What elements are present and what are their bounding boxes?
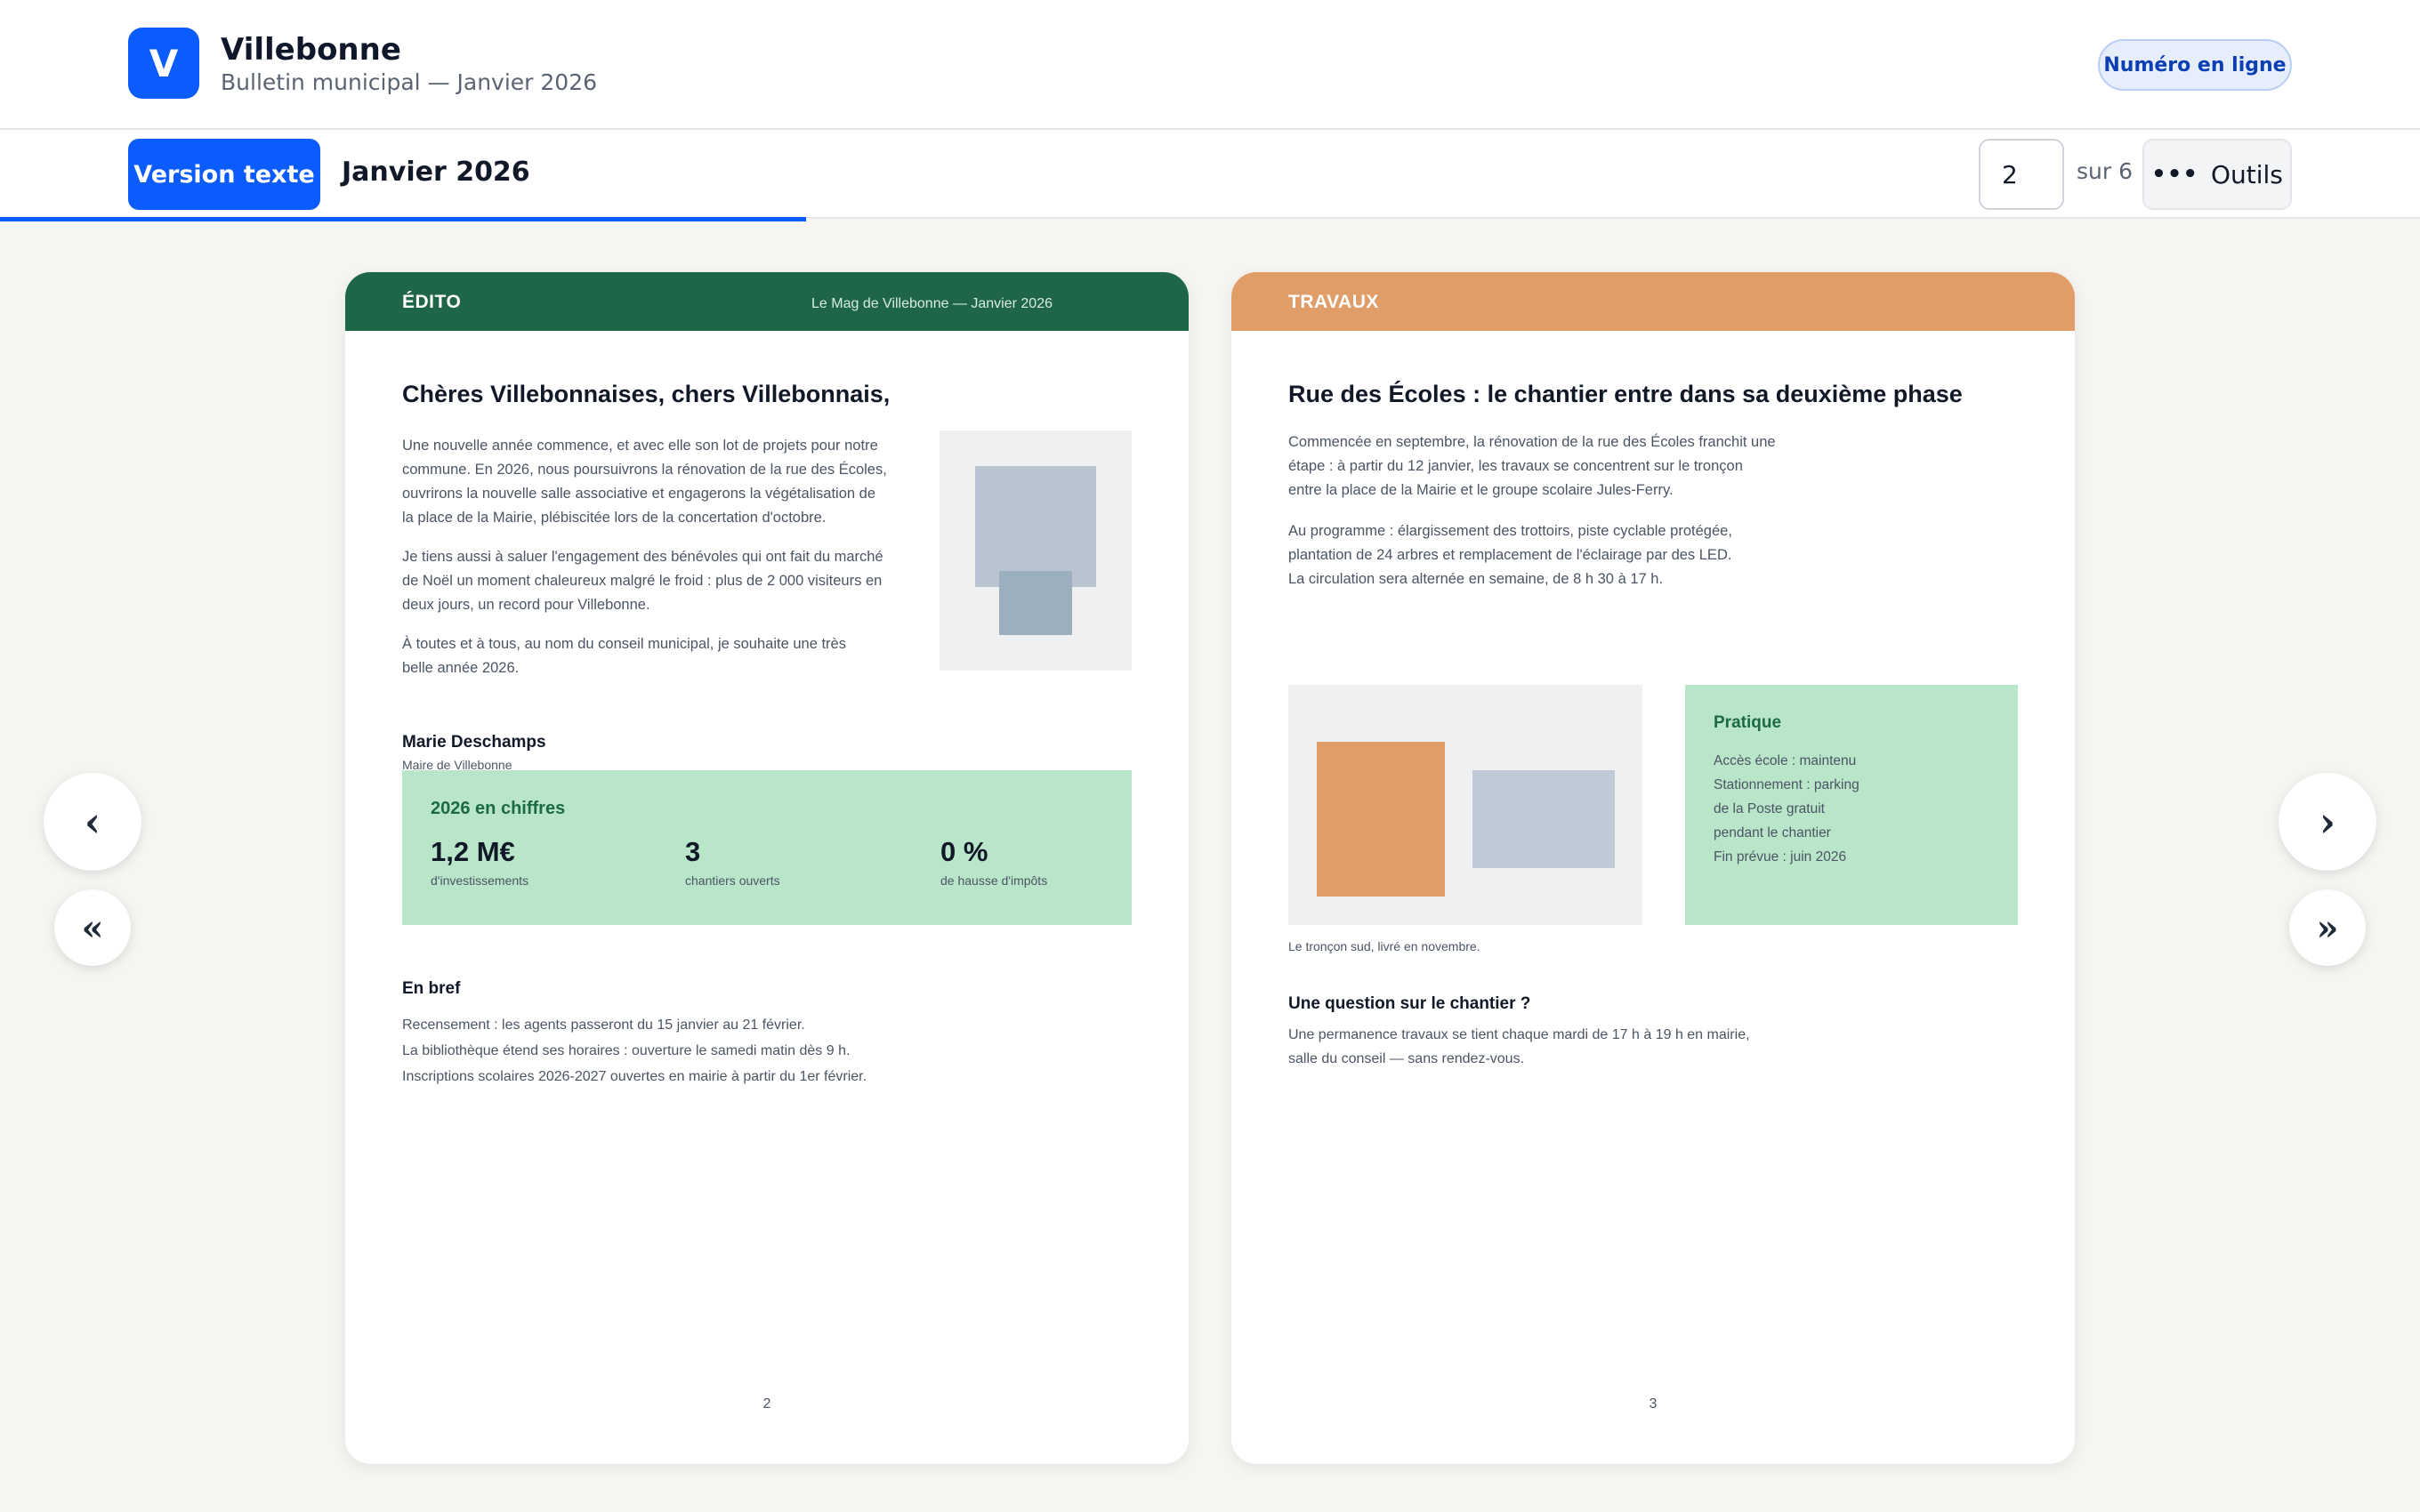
tools-button[interactable]: ••• Outils <box>2142 139 2292 210</box>
key-figures-panel: 2026 en chiffres 1,2 M€ d'investissement… <box>402 770 1132 925</box>
double-chevron-left-icon: « <box>81 906 104 949</box>
practical-list: Accès école : maintenu Stationnement : p… <box>1714 753 1859 865</box>
practical-title: Pratique <box>1714 713 1782 732</box>
photo-caption: Le tronçon sud, livré en novembre. <box>1288 939 1480 953</box>
app-header: V Villebonne Bulletin municipal — Janvie… <box>0 0 2420 130</box>
signature-name: Marie Deschamps <box>402 733 546 752</box>
chevron-right-icon: › <box>2319 798 2336 846</box>
key-figure: 1,2 M€ d'investissements <box>431 836 529 888</box>
reader-toolbar: Version texte Janvier 2026 sur 6 ••• Out… <box>0 130 2420 219</box>
practical-info-panel: Pratique Accès école : maintenu Stationn… <box>1685 685 2018 925</box>
list-item: Inscriptions scolaires 2026-2027 ouverte… <box>402 1069 867 1084</box>
magazine-page-left: ÉDITO Le Mag de Villebonne — Janvier 202… <box>345 272 1189 1464</box>
page-section-header: TRAVAUX <box>1231 272 2075 331</box>
magazine-page-right: TRAVAUX Rue des Écoles : le chantier ent… <box>1231 272 2075 1464</box>
edito-paragraph: Je tiens aussi à saluer l'engagement des… <box>402 549 883 613</box>
question-title: Une question sur le chantier ? <box>1288 994 1531 1013</box>
first-page-button[interactable]: « <box>54 889 131 966</box>
issue-subtitle: Bulletin municipal — Janvier 2026 <box>221 69 598 95</box>
list-item: La bibliothèque étend ses horaires : ouv… <box>402 1043 851 1058</box>
reading-progress-bar <box>0 217 806 221</box>
text-version-button[interactable]: Version texte <box>128 139 320 210</box>
key-figures-title: 2026 en chiffres <box>431 799 566 818</box>
key-figure: 3 chantiers ouverts <box>685 836 780 888</box>
town-logo[interactable]: V <box>128 28 199 99</box>
double-chevron-right-icon: » <box>2316 906 2339 949</box>
previous-page-button[interactable]: ‹ <box>44 773 141 871</box>
page-number: 2 <box>762 1396 771 1411</box>
page-number: 3 <box>1649 1396 1658 1411</box>
construction-photo-placeholder <box>1288 685 1642 925</box>
app-title: Villebonne <box>221 32 401 68</box>
section-label: ÉDITO <box>402 292 462 312</box>
next-page-button[interactable]: › <box>2279 773 2376 871</box>
magazine-name: Le Mag de Villebonne — Janvier 2026 <box>811 296 1053 311</box>
key-figure: 0 % de hausse d'impôts <box>940 836 1048 888</box>
article-paragraph: Commencée en septembre, la rénovation de… <box>1288 434 1776 498</box>
last-page-button[interactable]: » <box>2289 889 2366 966</box>
brief-title: En bref <box>402 979 461 998</box>
page-number-input[interactable] <box>1979 139 2064 210</box>
page-total: sur 6 <box>2077 158 2134 184</box>
section-label: TRAVAUX <box>1288 292 1379 312</box>
question-text: Une permanence travaux se tient chaque m… <box>1288 1027 1750 1066</box>
list-item: Recensement : les agents passeront du 15… <box>402 1017 805 1033</box>
mayor-photo-placeholder <box>940 430 1132 671</box>
edito-paragraph: Une nouvelle année commence, et avec ell… <box>402 438 887 526</box>
edito-paragraph: À toutes et à tous, au nom du conseil mu… <box>402 636 846 676</box>
article-paragraph: Au programme : élargissement des trottoi… <box>1288 523 1732 587</box>
issue-title: Janvier 2026 <box>342 157 530 188</box>
page-title: Rue des Écoles : le chantier entre dans … <box>1288 381 1963 407</box>
online-issue-button[interactable]: Numéro en ligne <box>2098 39 2292 91</box>
tools-label: Outils <box>2210 159 2283 189</box>
page-title: Chères Villebonnaises, chers Villebonnai… <box>402 381 891 407</box>
chevron-left-icon: ‹ <box>84 798 101 846</box>
more-dots-icon: ••• <box>2151 161 2198 188</box>
page-section-header: ÉDITO Le Mag de Villebonne — Janvier 202… <box>345 272 1189 331</box>
brief-list: Recensement : les agents passeront du 15… <box>402 1012 867 1090</box>
